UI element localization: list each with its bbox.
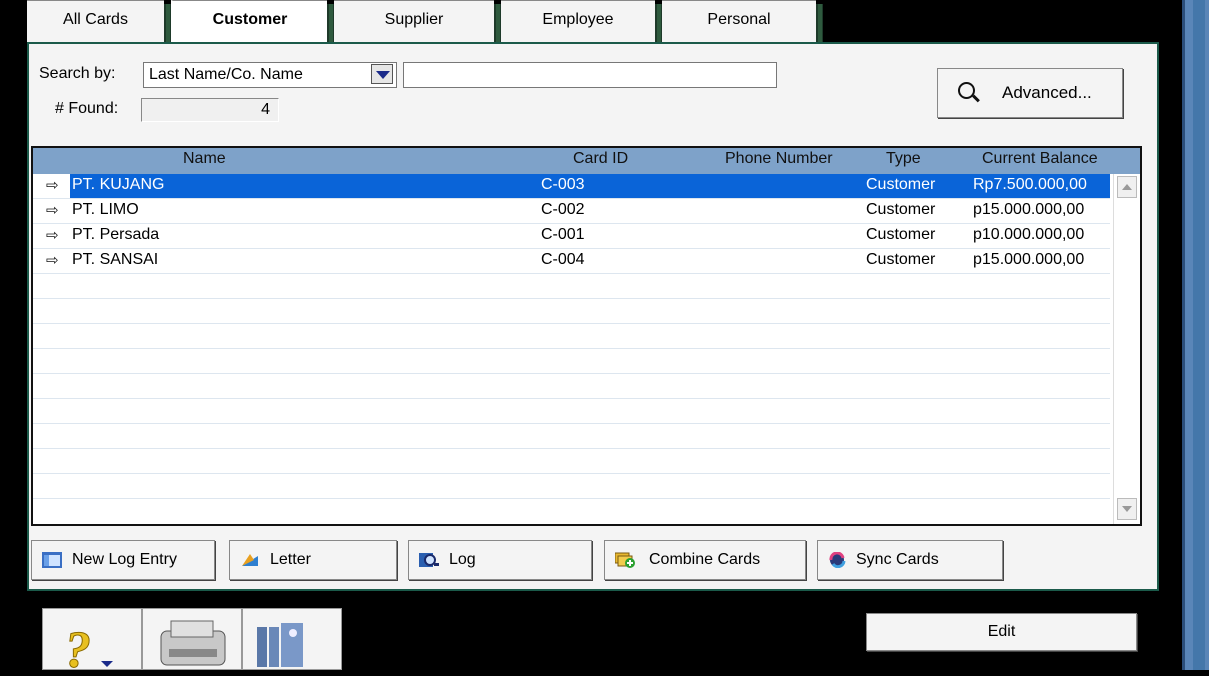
row-name: PT. LIMO <box>72 201 139 218</box>
table-row[interactable]: ⇨ PT. SANSAI C-004 Customer p15.000.000,… <box>33 249 1110 274</box>
tab-separator <box>327 4 334 42</box>
printer-icon <box>160 620 226 666</box>
table-header: Name Card ID Phone Number Type Current B… <box>33 148 1140 174</box>
edit-button[interactable]: Edit <box>866 613 1137 651</box>
column-card-id[interactable]: Card ID <box>573 150 628 168</box>
help-button[interactable]: ? <box>42 608 142 676</box>
empty-row <box>33 349 1110 374</box>
letter-icon <box>242 554 258 566</box>
sync-cards-button[interactable]: Sync Cards <box>817 540 1003 580</box>
advanced-label: Advanced... <box>1002 83 1092 102</box>
tab-customer[interactable]: Customer <box>171 0 327 44</box>
tab-employee[interactable]: Employee <box>501 0 655 42</box>
column-type[interactable]: Type <box>886 150 921 168</box>
row-card-id: C-004 <box>541 251 585 268</box>
column-current-balance[interactable]: Current Balance <box>982 150 1098 168</box>
found-count: 4 <box>141 98 279 122</box>
customize-button[interactable] <box>242 608 342 670</box>
sync-cards-icon <box>829 552 846 568</box>
row-balance: Rp7.500.000,00 <box>973 176 1087 193</box>
row-card-id: C-002 <box>541 201 585 218</box>
row-name: PT. SANSAI <box>72 251 159 268</box>
combine-cards-label: Combine Cards <box>649 551 761 568</box>
window-edge <box>1182 0 1209 670</box>
print-button[interactable] <box>142 608 242 670</box>
letter-label: Letter <box>270 551 311 568</box>
log-icon <box>419 553 439 567</box>
scroll-up-icon[interactable] <box>1117 176 1137 198</box>
card-list-table[interactable]: Name Card ID Phone Number Type Current B… <box>31 146 1142 526</box>
column-name[interactable]: Name <box>183 150 226 168</box>
table-row[interactable]: ⇨ PT. KUJANG C-003 Customer Rp7.500.000,… <box>33 174 1110 199</box>
arrow-right-icon[interactable]: ⇨ <box>46 226 59 244</box>
combine-cards-icon <box>615 552 635 568</box>
arrow-right-icon[interactable]: ⇨ <box>46 201 59 219</box>
sync-cards-label: Sync Cards <box>856 551 939 568</box>
new-log-entry-button[interactable]: New Log Entry <box>31 540 215 580</box>
svg-text:?: ? <box>65 622 91 671</box>
search-by-select[interactable]: Last Name/Co. Name <box>143 62 397 88</box>
tab-separator <box>816 4 823 42</box>
row-card-id: C-001 <box>541 226 585 243</box>
search-input[interactable] <box>403 62 777 88</box>
vertical-scrollbar[interactable] <box>1113 174 1140 524</box>
table-row[interactable]: ⇨ PT. LIMO C-002 Customer p15.000.000,00 <box>33 199 1110 224</box>
empty-row <box>33 474 1110 499</box>
card-list-panel: Search by: Last Name/Co. Name # Found: 4… <box>27 42 1159 591</box>
empty-row <box>33 374 1110 399</box>
log-entry-icon <box>42 552 62 568</box>
search-by-label: Search by: <box>39 65 116 82</box>
customize-icon <box>257 623 303 667</box>
arrow-right-icon[interactable]: ⇨ <box>46 251 59 269</box>
search-icon <box>958 82 975 99</box>
new-log-entry-label: New Log Entry <box>72 551 177 568</box>
empty-row <box>33 424 1110 449</box>
combine-cards-button[interactable]: Combine Cards <box>604 540 806 580</box>
chevron-down-icon[interactable] <box>371 64 393 84</box>
row-type: Customer <box>866 201 936 218</box>
row-name: PT. KUJANG <box>72 176 165 193</box>
row-type: Customer <box>866 226 936 243</box>
tab-separator <box>655 4 662 42</box>
tab-personal[interactable]: Personal <box>662 0 816 42</box>
row-balance: p15.000.000,00 <box>973 251 1085 268</box>
tab-all-cards[interactable]: All Cards <box>27 0 164 42</box>
empty-row <box>33 399 1110 424</box>
help-icon: ? <box>65 622 113 676</box>
table-row[interactable]: ⇨ PT. Persada C-001 Customer p10.000.000… <box>33 224 1110 249</box>
column-phone-number[interactable]: Phone Number <box>725 150 833 168</box>
empty-row <box>33 299 1110 324</box>
search-by-value: Last Name/Co. Name <box>149 66 303 83</box>
log-button[interactable]: Log <box>408 540 592 580</box>
tab-supplier[interactable]: Supplier <box>334 0 494 42</box>
row-card-id: C-003 <box>541 176 585 193</box>
row-balance: p15.000.000,00 <box>973 201 1085 218</box>
empty-row <box>33 274 1110 299</box>
empty-row <box>33 449 1110 474</box>
arrow-right-icon[interactable]: ⇨ <box>46 176 59 194</box>
found-label: # Found: <box>55 100 119 117</box>
row-name: PT. Persada <box>72 226 160 243</box>
row-balance: p10.000.000,00 <box>973 226 1085 243</box>
advanced-search-button[interactable]: Advanced... <box>937 68 1123 118</box>
tab-separator <box>494 4 501 42</box>
tab-separator <box>164 4 171 42</box>
row-type: Customer <box>866 176 936 193</box>
log-label: Log <box>449 551 476 568</box>
scroll-down-icon[interactable] <box>1117 498 1137 520</box>
empty-row <box>33 324 1110 349</box>
row-type: Customer <box>866 251 936 268</box>
letter-button[interactable]: Letter <box>229 540 397 580</box>
